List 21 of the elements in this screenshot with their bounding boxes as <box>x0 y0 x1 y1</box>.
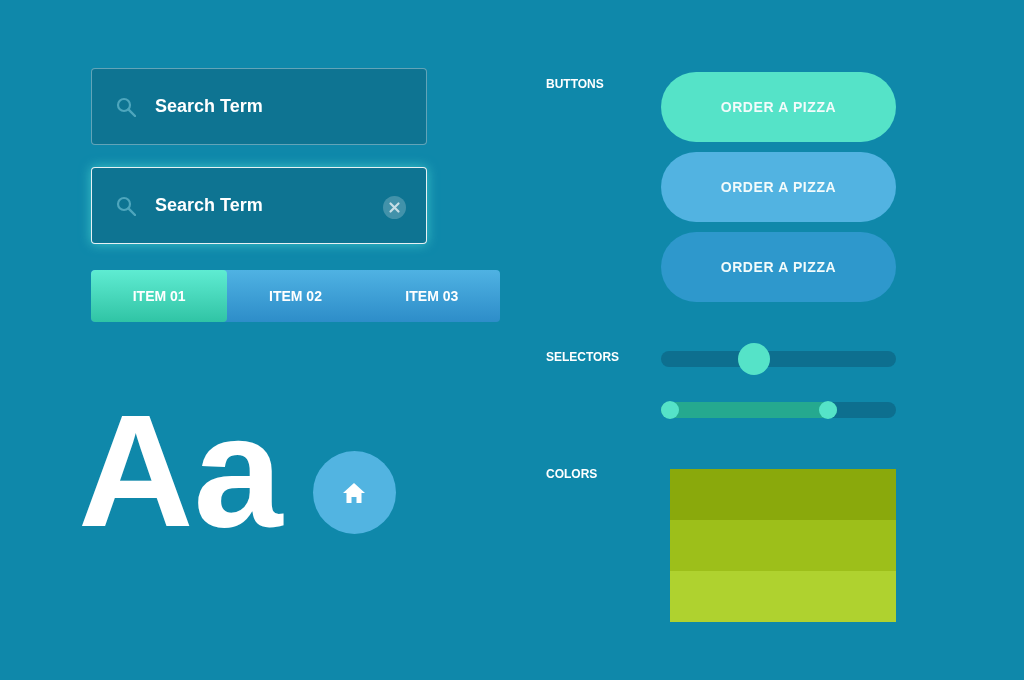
order-button[interactable]: ORDER A PIZZA <box>661 72 896 142</box>
search-field[interactable]: Search Term <box>91 68 427 145</box>
slider-thumb[interactable] <box>819 401 838 419</box>
clear-button[interactable] <box>383 196 406 219</box>
search-field[interactable]: Search Term <box>91 167 427 244</box>
slider-thumb[interactable] <box>738 343 771 375</box>
tab[interactable]: ITEM 03 <box>363 270 500 322</box>
tab[interactable]: ITEM 02 <box>227 270 364 322</box>
type-sample: Aa <box>78 391 283 551</box>
section-label: COLORS <box>546 467 599 481</box>
order-button[interactable]: ORDER A PIZZA <box>661 152 896 222</box>
search-icon <box>116 196 136 216</box>
order-button[interactable]: ORDER A PIZZA <box>661 232 896 302</box>
section-label: BUTTONS <box>546 77 605 91</box>
slider-track[interactable] <box>661 402 896 418</box>
search-icon <box>116 97 136 117</box>
clear-icon <box>383 196 406 219</box>
tab[interactable]: ITEM 01 <box>91 270 228 322</box>
slider-thumb[interactable] <box>661 401 679 419</box>
section-label: SELECTORS <box>546 350 621 364</box>
home-icon <box>343 482 366 503</box>
